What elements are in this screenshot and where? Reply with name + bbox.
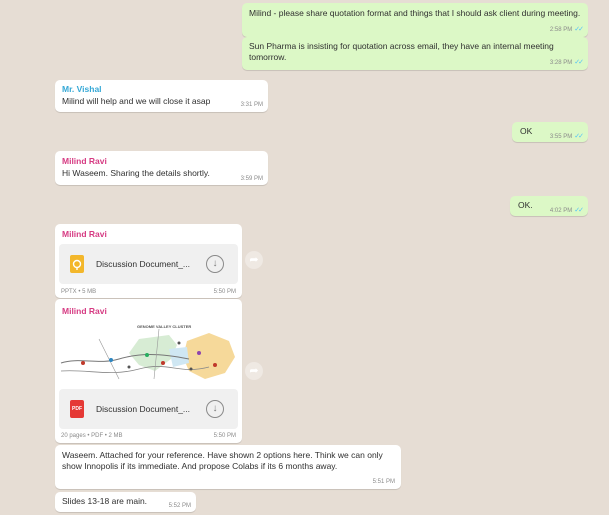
document-attachment[interactable]: PDF Discussion Document_... ↓: [59, 389, 238, 429]
message-text: Slides 13-18 are main.: [62, 496, 148, 506]
message-text: Milind - please share quotation format a…: [249, 8, 581, 18]
document-attachment[interactable]: Discussion Document_... ↓: [59, 244, 238, 284]
pdf-icon-label: PDF: [72, 406, 82, 412]
sender-name: Mr. Vishal: [62, 84, 102, 94]
message-time: 5:52 PM: [168, 503, 191, 509]
sender-name: Milind Ravi: [62, 306, 107, 316]
document-meta: PPTX • 5 MB: [61, 289, 97, 295]
message-time: 4:02 PM ✓✓: [549, 206, 584, 214]
sender-name: Milind Ravi: [62, 229, 107, 239]
read-receipt-icon: ✓✓: [574, 133, 584, 140]
outgoing-message[interactable]: OK 3:55 PM ✓✓: [512, 122, 588, 142]
message-time: 5:51 PM: [372, 479, 395, 485]
document-name: Discussion Document_...: [96, 404, 191, 414]
pptx-file-icon: [70, 255, 84, 273]
message-text: OK: [520, 126, 533, 136]
message-time: 3:59 PM: [240, 176, 263, 182]
incoming-message[interactable]: Slides 13-18 are main. 5:52 PM: [55, 492, 196, 512]
document-name: Discussion Document_...: [96, 259, 191, 269]
forward-icon[interactable]: ➦: [245, 251, 263, 269]
time-text: 3:28 PM: [549, 60, 573, 66]
message-text: Waseem. Attached for your reference. Hav…: [62, 450, 383, 471]
document-meta: 20 pages • PDF • 2 MB: [61, 433, 123, 439]
time-text: 2:58 PM: [549, 27, 573, 33]
message-text: Sun Pharma is insisting for quotation ac…: [249, 41, 554, 62]
time-text: 3:55 PM: [549, 134, 573, 140]
download-icon[interactable]: ↓: [206, 400, 224, 418]
read-receipt-icon: ✓✓: [574, 59, 584, 66]
time-text: 4:02 PM: [549, 208, 573, 214]
message-time: 5:50 PM: [213, 433, 236, 439]
pdf-file-icon: PDF: [70, 400, 84, 418]
forward-icon[interactable]: ➦: [245, 362, 263, 380]
document-preview-image[interactable]: GENOME VALLEY CLUSTER: [59, 319, 238, 387]
map-title: GENOME VALLEY CLUSTER: [137, 324, 192, 329]
chat-pane: Milind - please share quotation format a…: [0, 0, 609, 515]
outgoing-message[interactable]: Sun Pharma is insisting for quotation ac…: [242, 37, 588, 70]
message-time: 3:55 PM ✓✓: [549, 132, 584, 140]
incoming-message[interactable]: Waseem. Attached for your reference. Hav…: [55, 445, 401, 489]
incoming-document-message[interactable]: Milind Ravi Discussion Document_... ↓ PP…: [55, 224, 242, 298]
incoming-document-message[interactable]: Milind Ravi GENOME VALLEY CLUSTER PDF Di…: [55, 299, 242, 443]
message-time: 3:31 PM: [240, 102, 263, 108]
message-time: 5:50 PM: [213, 289, 236, 295]
message-text: Hi Waseem. Sharing the details shortly.: [62, 168, 210, 178]
outgoing-message[interactable]: Milind - please share quotation format a…: [242, 3, 588, 37]
read-receipt-icon: ✓✓: [574, 26, 584, 33]
message-time: 3:28 PM ✓✓: [549, 58, 584, 66]
sender-name: Milind Ravi: [62, 156, 107, 166]
message-text: OK.: [518, 200, 533, 210]
message-time: 2:58 PM ✓✓: [549, 25, 584, 33]
incoming-message[interactable]: Mr. Vishal Milind will help and we will …: [55, 80, 268, 112]
map-illustration: [60, 328, 235, 380]
message-text: Milind will help and we will close it as…: [62, 96, 211, 106]
incoming-message[interactable]: Milind Ravi Hi Waseem. Sharing the detai…: [55, 151, 268, 185]
outgoing-message[interactable]: OK. 4:02 PM ✓✓: [510, 196, 588, 216]
read-receipt-icon: ✓✓: [574, 207, 584, 214]
download-icon[interactable]: ↓: [206, 255, 224, 273]
